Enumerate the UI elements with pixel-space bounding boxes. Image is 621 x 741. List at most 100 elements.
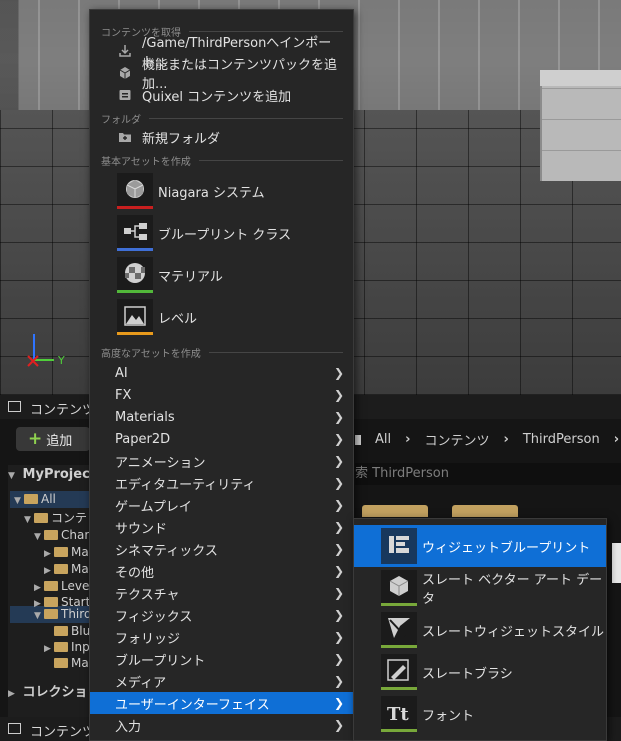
niagara-system-menu-item[interactable]: Niagara システム <box>90 170 353 212</box>
slate-vector-art-menu-item[interactable]: スレート ベクター アート データ <box>354 567 606 609</box>
slate-brush-menu-item[interactable]: スレートブラシ <box>354 651 606 693</box>
widget-blueprint-icon <box>381 528 417 564</box>
slate-widget-style-menu-item[interactable]: スレートウィジェットスタイル <box>354 609 606 651</box>
add-quixel-menu-item[interactable]: Quixel コンテンツを追加 <box>90 84 353 106</box>
submenu-gameplay[interactable]: ゲームプレイ ❯ <box>90 494 353 516</box>
add-quixel-label: Quixel コンテンツを追加 <box>142 89 292 105</box>
add-feature-pack-menu-item[interactable]: 機能またはコンテンツパックを追加... <box>90 58 353 92</box>
tree-item[interactable]: Blu <box>44 623 92 640</box>
chevron-right-icon: ❯ <box>333 454 344 468</box>
add-button[interactable]: + 追加 <box>16 427 90 451</box>
submenu-blueprint[interactable]: ブループリント ❯ <box>90 648 353 670</box>
tree-item[interactable]: ▶ Ma <box>44 561 92 578</box>
submenu-media[interactable]: メディア ❯ <box>90 670 353 692</box>
new-folder-icon <box>118 130 132 144</box>
add-asset-context-menu: コンテンツを取得 /Game/ThirdPersonへインポート... 機能また… <box>89 9 354 741</box>
submenu-animation[interactable]: アニメーション ❯ <box>90 450 353 472</box>
tree-item[interactable]: ▼ All <box>14 491 92 508</box>
submenu-materials[interactable]: Materials ❯ <box>90 406 353 428</box>
submenu-cinematics[interactable]: シネマティックス ❯ <box>90 538 353 560</box>
submenu-misc[interactable]: その他 ❯ <box>90 560 353 582</box>
widget-blueprint-menu-item[interactable]: ウィジェットブループリント <box>354 525 606 567</box>
chevron-right-icon: ❯ <box>333 410 344 424</box>
folder-tile[interactable] <box>362 505 428 517</box>
material-label: マテリアル <box>158 269 223 285</box>
submenu-user-interface[interactable]: ユーザーインターフェイス ❯ <box>90 692 353 714</box>
breadcrumb-item[interactable]: コンテンツ <box>424 430 489 449</box>
submenu-editor-utilities[interactable]: エディタユーティリティ ❯ <box>90 472 353 494</box>
tree-item[interactable]: ▶ Inp <box>44 639 92 656</box>
add-button-label: 追加 <box>46 433 73 449</box>
asset-tile[interactable] <box>612 543 621 583</box>
tree-item[interactable]: ▶ Leve <box>34 578 92 595</box>
folder-tree-header[interactable]: ▼ MyProject <box>8 467 96 482</box>
chevron-right-icon: ❯ <box>333 652 344 666</box>
level-menu-item[interactable]: レベル <box>90 296 353 338</box>
submenu-fx[interactable]: FX ❯ <box>90 384 353 406</box>
breadcrumb-root-icon <box>355 434 361 445</box>
chevron-right-icon: › <box>405 432 411 447</box>
slate-brush-icon <box>381 654 417 690</box>
chevron-right-icon: ❯ <box>333 388 344 402</box>
submenu-input[interactable]: 入力 ❯ <box>90 714 353 736</box>
expand-icon: ▶ <box>8 689 15 699</box>
folder-icon <box>44 530 58 540</box>
svg-text:Tt: Tt <box>387 704 409 725</box>
section-folder: フォルダ <box>101 111 343 126</box>
submenu-sound[interactable]: サウンド ❯ <box>90 516 353 538</box>
folder-tile[interactable] <box>452 505 518 517</box>
chevron-right-icon: ❯ <box>333 696 344 710</box>
blueprint-class-menu-item[interactable]: ブループリント クラス <box>90 212 353 254</box>
slate-vector-art-label: スレート ベクター アート データ <box>422 573 603 607</box>
submenu-physics[interactable]: フィジックス ❯ <box>90 604 353 626</box>
material-menu-item[interactable]: マテリアル <box>90 254 353 296</box>
font-label: フォント <box>422 708 475 724</box>
tree-item[interactable]: ▼ Char <box>34 527 92 544</box>
folder-icon <box>54 547 68 557</box>
chevron-right-icon: ❯ <box>333 476 344 490</box>
chevron-right-icon: ❯ <box>333 520 344 534</box>
quixel-icon <box>118 88 132 102</box>
chevron-right-icon: ❯ <box>333 432 344 446</box>
content-drawer-label: コンテンツ <box>30 725 96 740</box>
chevron-right-icon: ❯ <box>333 586 344 600</box>
collapse-icon: ▼ <box>8 471 15 481</box>
font-menu-item[interactable]: Tt フォント <box>354 693 606 735</box>
slate-vector-icon <box>381 570 417 606</box>
plus-icon: + <box>28 429 43 449</box>
tree-item[interactable]: ▶ Ma <box>44 544 92 561</box>
submenu-paper2d[interactable]: Paper2D ❯ <box>90 428 353 450</box>
niagara-system-label: Niagara システム <box>158 185 265 201</box>
level-label: レベル <box>158 311 198 327</box>
blueprint-class-label: ブループリント クラス <box>158 227 292 243</box>
collections-header[interactable]: ▶ コレクショ <box>8 681 88 700</box>
axis-y-label: Y <box>57 354 65 367</box>
level-icon <box>117 299 153 335</box>
folder-icon <box>54 642 68 652</box>
chevron-right-icon: ❯ <box>333 542 344 556</box>
submenu-textures[interactable]: テクスチャ ❯ <box>90 582 353 604</box>
chevron-right-icon: ❯ <box>333 366 344 380</box>
new-folder-menu-item[interactable]: 新規フォルダ <box>90 126 353 148</box>
material-icon <box>117 257 153 293</box>
submenu-foliage[interactable]: フォリッジ ❯ <box>90 626 353 648</box>
folder-icon <box>54 658 68 668</box>
tree-item[interactable]: ▼ Third <box>34 606 92 623</box>
folder-icon <box>44 581 58 591</box>
slate-brush-label: スレートブラシ <box>422 666 513 682</box>
breadcrumb-item[interactable]: ThirdPerson <box>523 432 600 447</box>
breadcrumb-item[interactable]: All <box>375 432 391 447</box>
search-input[interactable]: 索 ThirdPerson <box>355 463 621 485</box>
slate-widget-style-icon <box>381 612 417 648</box>
chevron-right-icon: ❯ <box>333 674 344 688</box>
chevron-right-icon: ❯ <box>333 608 344 622</box>
tree-item[interactable]: ▼ コンテ <box>24 510 92 527</box>
viewport-block <box>540 86 621 181</box>
blueprint-icon <box>117 215 153 251</box>
folder-icon <box>54 564 68 574</box>
widget-blueprint-label: ウィジェットブループリント <box>422 540 591 556</box>
breadcrumb: All › コンテンツ › ThirdPerson › <box>355 430 619 449</box>
axis-gizmo-icon: Y <box>27 334 65 367</box>
tree-item[interactable]: Ma <box>44 655 92 672</box>
submenu-ai[interactable]: AI ❯ <box>90 362 353 384</box>
